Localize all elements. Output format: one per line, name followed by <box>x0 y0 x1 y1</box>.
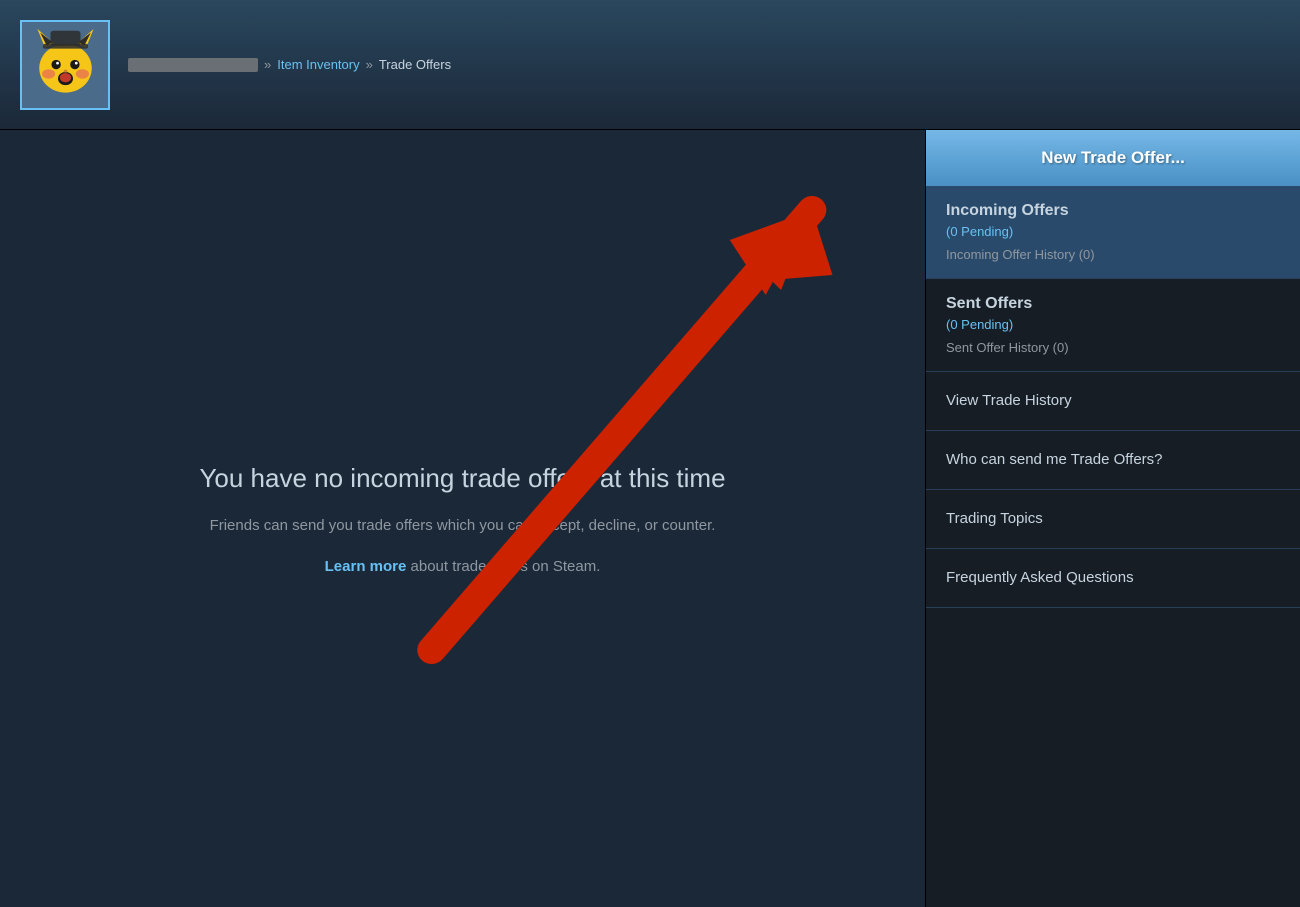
new-trade-offer-button[interactable]: New Trade Offer... <box>926 130 1300 186</box>
sent-offer-history-link[interactable]: Sent Offer History (0) <box>946 340 1280 355</box>
sent-offers-pending: (0 Pending) <box>946 317 1280 332</box>
incoming-offers-pending: (0 Pending) <box>946 224 1280 239</box>
incoming-offers-title: Incoming Offers <box>946 202 1280 220</box>
learn-more-link[interactable]: Learn more <box>325 558 407 575</box>
empty-state-learn: Learn more about trade offers on Steam. <box>199 558 725 575</box>
sent-offers-title: Sent Offers <box>946 295 1280 313</box>
faq-item[interactable]: Frequently Asked Questions <box>926 549 1300 608</box>
incoming-offers-section: Incoming Offers (0 Pending) Incoming Off… <box>926 186 1300 279</box>
header: » Item Inventory » Trade Offers <box>0 0 1300 130</box>
breadcrumb-sep-2: » <box>366 57 373 72</box>
who-can-send-label: Who can send me Trade Offers? <box>946 451 1163 468</box>
breadcrumb-trade-offers: Trade Offers <box>379 57 451 72</box>
view-trade-history-label: View Trade History <box>946 392 1072 409</box>
breadcrumb-sep-1: » <box>264 57 271 72</box>
breadcrumb: » Item Inventory » Trade Offers <box>128 57 451 72</box>
left-panel: You have no incoming trade offers at thi… <box>0 130 925 907</box>
view-trade-history-item[interactable]: View Trade History <box>926 372 1300 431</box>
trading-topics-label: Trading Topics <box>946 510 1043 527</box>
empty-state: You have no incoming trade offers at thi… <box>199 463 725 575</box>
empty-state-title: You have no incoming trade offers at thi… <box>199 463 725 494</box>
empty-state-description: Friends can send you trade offers which … <box>199 514 725 538</box>
who-can-send-item[interactable]: Who can send me Trade Offers? <box>926 431 1300 490</box>
breadcrumb-item-inventory[interactable]: Item Inventory <box>277 57 359 72</box>
sent-offers-section: Sent Offers (0 Pending) Sent Offer Histo… <box>926 279 1300 372</box>
right-sidebar: New Trade Offer... Incoming Offers (0 Pe… <box>925 130 1300 907</box>
username-blur <box>128 58 258 72</box>
learn-more-suffix: about trade offers on Steam. <box>406 558 600 575</box>
faq-label: Frequently Asked Questions <box>946 569 1134 586</box>
incoming-offer-history-link[interactable]: Incoming Offer History (0) <box>946 247 1280 262</box>
main-content: You have no incoming trade offers at thi… <box>0 130 1300 907</box>
avatar <box>20 20 110 110</box>
trading-topics-item[interactable]: Trading Topics <box>926 490 1300 549</box>
